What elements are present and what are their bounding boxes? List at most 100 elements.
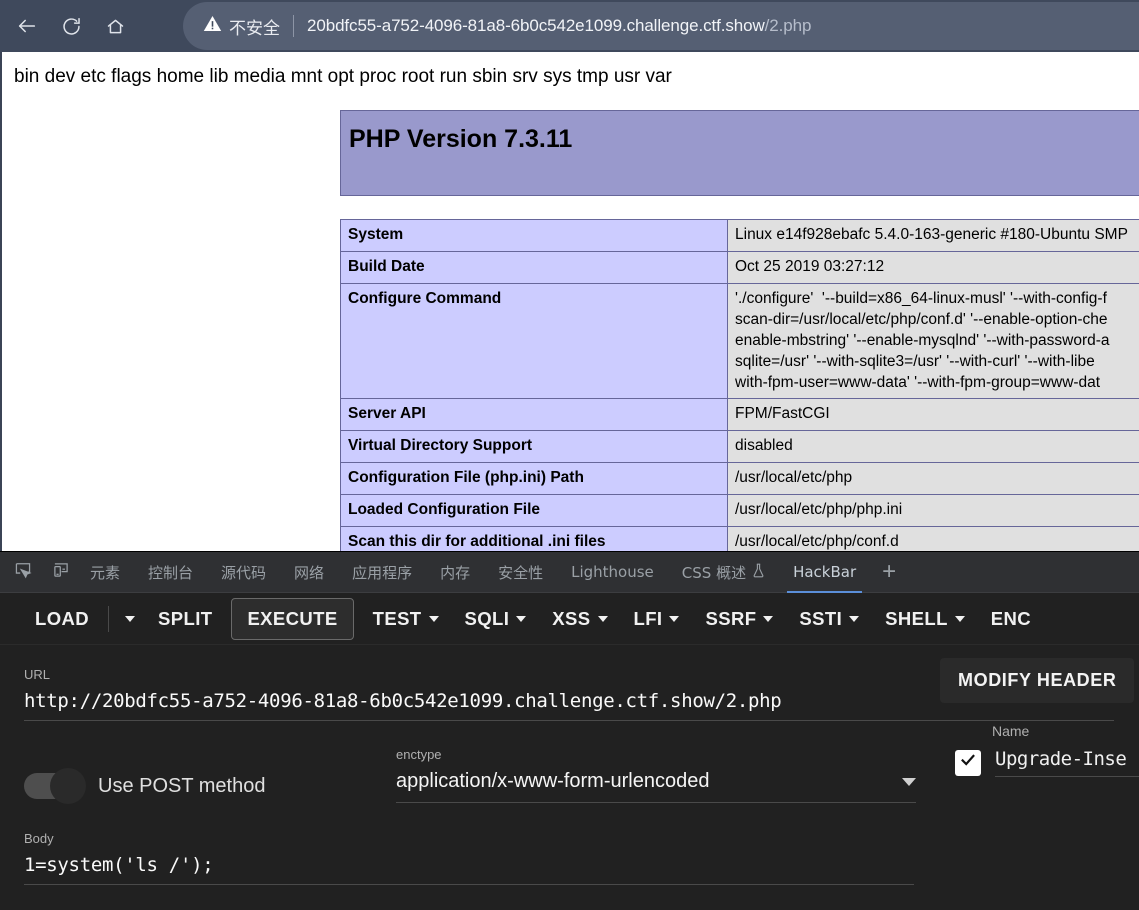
page-content: bin dev etc flags home lib media mnt opt… bbox=[2, 52, 1139, 551]
body-input[interactable]: 1=system('ls /'); bbox=[24, 854, 914, 885]
header-row: Upgrade-Inse bbox=[955, 748, 1139, 777]
split-button-label: SPLIT bbox=[158, 608, 212, 630]
table-cell-value: './configure' '--build=x86_64-linux-musl… bbox=[728, 283, 1139, 399]
enctype-select[interactable]: application/x-www-form-urlencoded bbox=[396, 770, 916, 803]
tab-network[interactable]: 网络 bbox=[280, 552, 338, 593]
chevron-down-icon bbox=[955, 616, 965, 622]
table-row: Virtual Directory Support disabled bbox=[341, 431, 1139, 463]
device-toolbar-button[interactable] bbox=[46, 557, 76, 587]
modify-header-button[interactable]: MODIFY HEADER bbox=[940, 658, 1134, 703]
lfi-menu-button[interactable]: LFI bbox=[621, 601, 693, 637]
table-row: Server API FPM/FastCGI bbox=[341, 399, 1139, 431]
flask-experimental-icon bbox=[752, 563, 765, 582]
php-version-header: PHP Version 7.3.11 bbox=[340, 110, 1139, 196]
table-cell-value: /usr/local/etc/php/php.ini bbox=[728, 495, 1139, 527]
home-button[interactable] bbox=[98, 9, 132, 43]
tab-hackbar[interactable]: HackBar bbox=[779, 552, 870, 593]
tab-memory[interactable]: 内存 bbox=[426, 552, 484, 593]
security-status[interactable]: 不安全 bbox=[203, 14, 280, 39]
encoding-button-label: ENC bbox=[991, 608, 1031, 630]
tab-lighthouse[interactable]: Lighthouse bbox=[557, 552, 668, 593]
split-button[interactable]: SPLIT bbox=[145, 601, 225, 637]
security-status-label: 不安全 bbox=[229, 14, 280, 39]
body-field-group: Body 1=system('ls /'); bbox=[24, 831, 914, 885]
sqli-menu-button[interactable]: SQLI bbox=[452, 601, 540, 637]
tab-label: HackBar bbox=[793, 563, 856, 581]
table-cell-value: Linux e14f928ebafc 5.4.0-163-generic #18… bbox=[728, 220, 1139, 252]
table-cell-value: Oct 25 2019 03:27:12 bbox=[728, 251, 1139, 283]
hackbar-toolbar: LOAD SPLIT EXECUTE TEST SQLI XSS bbox=[0, 593, 1139, 645]
chevron-down-icon bbox=[125, 616, 135, 622]
table-row: System Linux e14f928ebafc 5.4.0-163-gene… bbox=[341, 220, 1139, 252]
chevron-down-icon bbox=[849, 616, 859, 622]
use-post-method-toggle[interactable]: Use POST method bbox=[24, 747, 396, 799]
lfi-button-label: LFI bbox=[634, 608, 663, 630]
tab-label: 应用程序 bbox=[352, 562, 412, 583]
body-label: Body bbox=[24, 831, 914, 846]
chevron-down-icon bbox=[516, 616, 526, 622]
tab-application[interactable]: 应用程序 bbox=[338, 552, 426, 593]
address-url-host: 20bdfc55-a752-4096-81a8-6b0c542e1099.cha… bbox=[307, 16, 765, 35]
chevron-down-icon bbox=[669, 616, 679, 622]
inspect-element-icon bbox=[14, 561, 32, 584]
tab-sources[interactable]: 源代码 bbox=[207, 552, 280, 593]
tab-css-overview[interactable]: CSS 概述 bbox=[668, 552, 779, 593]
tab-elements[interactable]: 元素 bbox=[76, 552, 134, 593]
table-row: Scan this dir for additional .ini files … bbox=[341, 527, 1139, 551]
back-button[interactable] bbox=[10, 9, 44, 43]
table-row: Build Date Oct 25 2019 03:27:12 bbox=[341, 251, 1139, 283]
enctype-field-group: enctype application/x-www-form-urlencode… bbox=[396, 747, 916, 803]
use-post-method-label: Use POST method bbox=[98, 775, 265, 798]
table-cell-key: Configuration File (php.ini) Path bbox=[341, 463, 728, 495]
load-button[interactable]: LOAD bbox=[22, 601, 102, 637]
tab-label: 网络 bbox=[294, 562, 324, 583]
tab-console[interactable]: 控制台 bbox=[134, 552, 207, 593]
shell-menu-button[interactable]: SHELL bbox=[872, 601, 978, 637]
address-bar-url: 20bdfc55-a752-4096-81a8-6b0c542e1099.cha… bbox=[307, 16, 811, 36]
shell-button-label: SHELL bbox=[885, 608, 948, 630]
table-cell-key: Server API bbox=[341, 399, 728, 431]
address-bar[interactable]: 不安全 20bdfc55-a752-4096-81a8-6b0c542e1099… bbox=[183, 2, 1139, 50]
toggle-thumb bbox=[50, 768, 86, 804]
ssti-menu-button[interactable]: SSTI bbox=[786, 601, 872, 637]
checkmark-icon bbox=[959, 751, 977, 774]
tab-label: 内存 bbox=[440, 562, 470, 583]
reload-button[interactable] bbox=[54, 9, 88, 43]
execute-button-label: EXECUTE bbox=[247, 608, 337, 630]
header-name-input[interactable]: Upgrade-Inse bbox=[995, 748, 1139, 777]
header-name-column-label: Name bbox=[992, 723, 1029, 739]
ssrf-menu-button[interactable]: SSRF bbox=[692, 601, 786, 637]
page-title: PHP Version 7.3.11 bbox=[349, 125, 1139, 154]
table-cell-key: Scan this dir for additional .ini files bbox=[341, 527, 728, 551]
load-button-label: LOAD bbox=[35, 608, 89, 630]
ssti-button-label: SSTI bbox=[799, 608, 842, 630]
tab-security[interactable]: 安全性 bbox=[484, 552, 557, 593]
tab-label: 安全性 bbox=[498, 562, 543, 583]
encoding-menu-button[interactable]: ENC bbox=[978, 601, 1044, 637]
warning-triangle-icon bbox=[203, 14, 222, 38]
table-cell-value: /usr/local/etc/php/conf.d bbox=[728, 527, 1139, 551]
add-panel-button[interactable]: + bbox=[870, 552, 908, 593]
test-button-label: TEST bbox=[373, 608, 422, 630]
tab-label: 元素 bbox=[90, 562, 120, 583]
home-icon bbox=[105, 16, 126, 37]
table-cell-key: Build Date bbox=[341, 251, 728, 283]
header-enabled-checkbox[interactable] bbox=[955, 750, 981, 776]
devtools-tabbar: 元素 控制台 源代码 网络 应用程序 内存 安全性 Lighthouse CSS… bbox=[0, 552, 1139, 593]
load-dropdown-button[interactable] bbox=[115, 609, 145, 629]
table-cell-value: /usr/local/etc/php bbox=[728, 463, 1139, 495]
toggle-track[interactable] bbox=[24, 773, 82, 799]
xss-menu-button[interactable]: XSS bbox=[539, 601, 620, 637]
table-cell-key: Configure Command bbox=[341, 283, 728, 399]
table-cell-key: System bbox=[341, 220, 728, 252]
xss-button-label: XSS bbox=[552, 608, 590, 630]
table-row: Loaded Configuration File /usr/local/etc… bbox=[341, 495, 1139, 527]
browser-toolbar: 不安全 20bdfc55-a752-4096-81a8-6b0c542e1099… bbox=[0, 0, 1139, 52]
test-menu-button[interactable]: TEST bbox=[360, 601, 452, 637]
execute-button[interactable]: EXECUTE bbox=[231, 598, 353, 640]
enctype-selected-value: application/x-www-form-urlencoded bbox=[396, 770, 709, 793]
method-and-enctype-row: Use POST method enctype application/x-ww… bbox=[24, 747, 1115, 827]
phpinfo-block: PHP Version 7.3.11 System Linux e14f928e… bbox=[340, 110, 1139, 551]
inspect-element-button[interactable] bbox=[8, 557, 38, 587]
sqli-button-label: SQLI bbox=[465, 608, 510, 630]
